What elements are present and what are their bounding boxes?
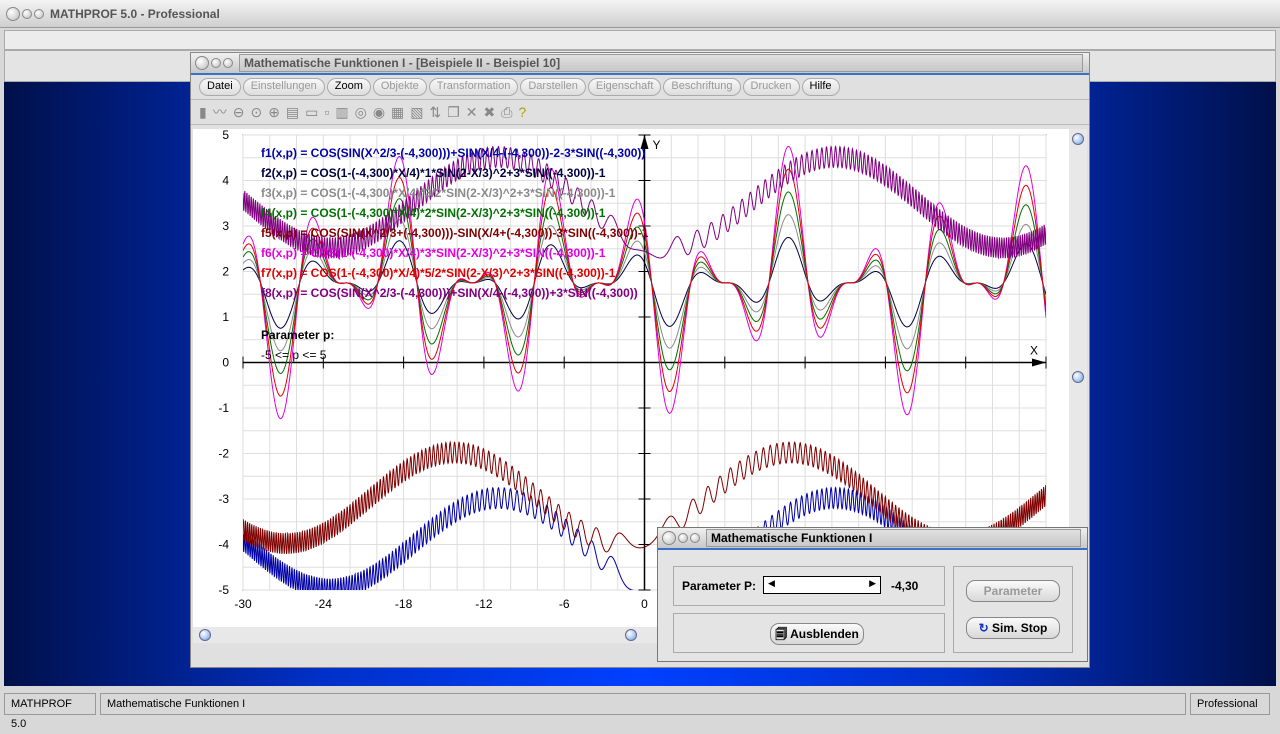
x-tick-label: -12 <box>475 597 493 611</box>
menu-darstellen[interactable]: Darstellen <box>520 78 586 96</box>
y-tick-label: -4 <box>218 538 229 552</box>
slider-right-arrow-icon[interactable]: ▶ <box>869 578 876 589</box>
window-control-icon[interactable] <box>6 6 20 21</box>
app-menu-strip <box>4 30 1276 50</box>
toolbar: ▮ 〰 ⊖ ⊙ ⊕ ▤ ▭ ▫ ▥ ◎ ◉ ▦ ▧ ⇅ ❐ ✕ ✖ ⎙? <box>191 99 1089 125</box>
parameter-label: Parameter P: <box>682 579 757 593</box>
legend-entry-f5: f5(x,p) = COS(SIN(X^2/3+(-4,300)))-SIN(X… <box>261 226 649 240</box>
sim-stop-button[interactable]: ↻ Sim. Stop <box>966 617 1060 639</box>
parameter-dialog: Mathematische Funktionen I Parameter P: … <box>657 527 1088 662</box>
menu-drucken[interactable]: Drucken <box>742 78 800 96</box>
parameter-button[interactable]: Parameter <box>966 580 1060 602</box>
y-tick-label: 1 <box>222 310 229 324</box>
legend-entry-f2: f2(x,p) = COS(1-(-4,300)*X/4)*1*SIN(2-X/… <box>261 166 606 180</box>
help-tool-icon[interactable]: ? <box>518 104 526 120</box>
legend-entry-f3: f3(x,p) = COS(1-(-4,300)*X/4)*3/2*SIN(2-… <box>261 186 616 200</box>
scroll-up-knob[interactable] <box>1072 133 1084 145</box>
x-tick-label: -18 <box>395 597 413 611</box>
menu-datei[interactable]: Datei <box>199 78 241 96</box>
status-window: Mathematische Funktionen I <box>100 693 1186 715</box>
swap-tool-icon[interactable]: ⇅ <box>430 104 442 121</box>
legend-entry-f7: f7(x,p) = COS(1-(-4,300)*X/4)*5/2*SIN(2-… <box>261 266 616 280</box>
window-control-icon[interactable] <box>678 533 688 543</box>
window-tool-icon[interactable]: ▭ <box>305 104 318 121</box>
y-tick-label: 2 <box>222 265 229 279</box>
menu-objekte[interactable]: Objekte <box>372 78 427 96</box>
menu-beschriftung[interactable]: Beschriftung <box>663 78 741 96</box>
menu-einstellungen[interactable]: Einstellungen <box>242 78 325 96</box>
hide-group: 🗐 Ausblenden <box>673 613 945 653</box>
print-tool-icon[interactable]: ⎙ <box>501 104 512 121</box>
menu-transformation[interactable]: Transformation <box>428 78 519 96</box>
dialog-title: Mathematische Funktionen I <box>706 529 1081 547</box>
menu-hilfe[interactable]: Hilfe <box>801 78 840 96</box>
menu-bar: Datei Einstellungen Zoom Objekte Transformat… <box>191 75 1089 99</box>
y-tick-label: 3 <box>222 219 229 233</box>
status-app: MATHPROF 5.0 <box>4 693 96 730</box>
app-title-bar: MATHPROF 5.0 - Professional <box>0 0 1280 28</box>
window-control-icon[interactable] <box>211 58 221 68</box>
y-tick-label: -2 <box>218 447 229 461</box>
trace-tool-icon[interactable]: 〰 <box>213 102 227 122</box>
window-control-icon[interactable] <box>223 58 233 68</box>
parameter-group: Parameter P: ◀ ▶ -4,30 <box>673 566 945 606</box>
legend-entry-f8: f8(x,p) = COS(SIN(X^2/3-(-4,300)))+SIN(X… <box>261 286 638 300</box>
status-edition: Professional <box>1190 693 1270 715</box>
menu-eigenschaft[interactable]: Eigenschaft <box>587 78 662 96</box>
dialog-title-bar[interactable]: Mathematische Funktionen I <box>658 528 1087 550</box>
x-tick-label: -24 <box>315 597 333 611</box>
parameter-slider[interactable]: ◀ ▶ <box>763 576 881 594</box>
menu-zoom[interactable]: Zoom <box>326 78 371 96</box>
window-control-icon[interactable] <box>195 56 209 70</box>
scroll-thumb[interactable] <box>625 629 637 641</box>
legend-entry-f4: f4(x,p) = COS(1-(-4,300)*X/4)*2*SIN(2-X/… <box>261 206 606 220</box>
x-tick-label: 0 <box>641 597 648 611</box>
window-control-icon[interactable] <box>690 533 700 543</box>
hide-button[interactable]: 🗐 Ausblenden <box>770 623 864 645</box>
legend-entry-f1: f1(x,p) = COS(SIN(X^2/3-(-4,300)))+SIN(X… <box>261 146 645 160</box>
window-control-icon[interactable] <box>662 531 676 545</box>
window-control-icon[interactable] <box>22 8 32 19</box>
y-tick-label: -1 <box>218 401 229 415</box>
copy-tool-icon[interactable]: ❐ <box>447 104 460 121</box>
parameter-range-annotation: -5 <= p <= 5 <box>261 348 327 362</box>
select-tool-icon[interactable]: ▮ <box>199 104 207 121</box>
properties-icon[interactable]: ▤ <box>286 104 299 121</box>
scroll-thumb[interactable] <box>1072 371 1084 383</box>
box-tool-icon[interactable]: ▫ <box>324 104 329 120</box>
circle-tool-2-icon[interactable]: ◉ <box>373 104 385 121</box>
x-tick-label: -30 <box>234 597 252 611</box>
cross-tool-icon[interactable]: ✕ <box>466 104 478 121</box>
app-title: MATHPROF 5.0 - Professional <box>50 6 220 21</box>
x-tick-label: -6 <box>559 597 570 611</box>
chart-tool-icon[interactable]: ▧ <box>410 104 423 121</box>
cross-tool-2-icon[interactable]: ✖ <box>484 104 496 121</box>
window-title: Mathematische Funktionen I - [Beispiele … <box>239 54 1083 72</box>
parameter-annotation: Parameter p: <box>261 328 334 342</box>
table-tool-icon[interactable]: ▦ <box>391 104 404 121</box>
zoom-out-icon[interactable]: ⊖ <box>233 104 245 121</box>
zoom-reset-icon[interactable]: ⊙ <box>250 104 262 121</box>
columns-tool-icon[interactable]: ▥ <box>335 104 348 121</box>
y-tick-label: 0 <box>222 356 229 370</box>
y-tick-label: -5 <box>218 583 229 597</box>
window-control-icon[interactable] <box>34 8 44 19</box>
hide-icon: 🗐 <box>775 627 791 641</box>
status-bar: MATHPROF 5.0 Mathematische Funktionen I … <box>0 688 1280 730</box>
x-axis-label: X <box>1030 344 1038 358</box>
simulation-group: Parameter ↻ Sim. Stop <box>953 566 1073 653</box>
window-title-bar[interactable]: Mathematische Funktionen I - [Beispiele … <box>191 53 1089 75</box>
parameter-value: -4,30 <box>891 579 919 593</box>
slider-left-arrow-icon[interactable]: ◀ <box>768 578 775 589</box>
y-axis-label: Y <box>653 138 661 152</box>
zoom-in-icon[interactable]: ⊕ <box>268 104 280 121</box>
y-tick-label: -3 <box>218 492 229 506</box>
y-tick-label: 5 <box>222 129 229 142</box>
refresh-icon: ↻ <box>978 621 993 635</box>
legend-entry-f6: f6(x,p) = COS(1-(-4,300)*X/4)*3*SIN(2-X/… <box>261 246 606 260</box>
y-tick-label: 4 <box>222 174 229 188</box>
circle-tool-icon[interactable]: ◎ <box>355 104 367 121</box>
scroll-left-knob[interactable] <box>199 629 211 641</box>
